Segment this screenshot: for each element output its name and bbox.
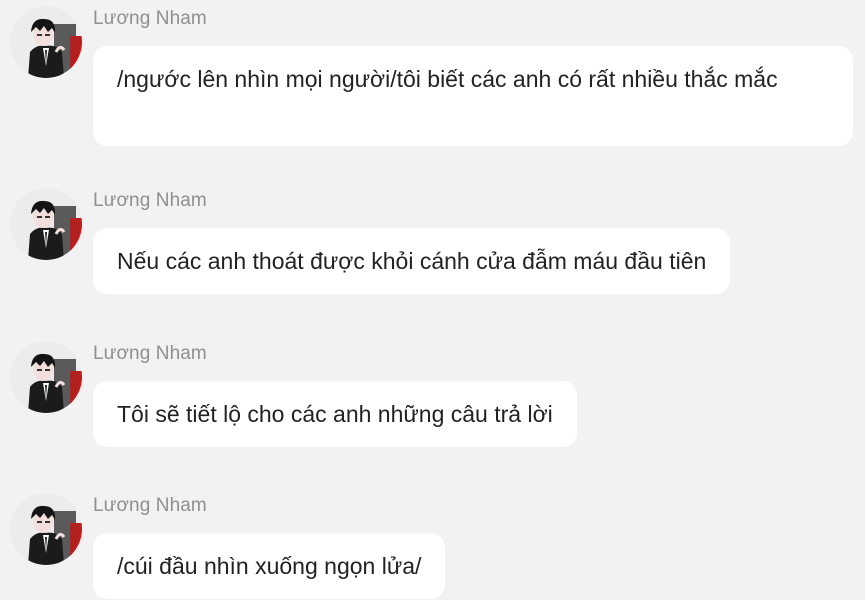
message-bubble[interactable]: /ngước lên nhìn mọi người/tôi biết các a… — [93, 46, 853, 146]
avatar-character-icon — [10, 188, 82, 260]
avatar[interactable] — [10, 493, 82, 565]
avatar-character-icon — [10, 6, 82, 78]
sender-name: Lương Nham — [93, 343, 207, 364]
sender-name: Lương Nham — [93, 495, 207, 516]
avatar-character-icon — [10, 493, 82, 565]
message-bubble[interactable]: /cúi đầu nhìn xuống ngọn lửa/ — [93, 533, 446, 599]
sender-name: Lương Nham — [93, 190, 207, 211]
avatar[interactable] — [10, 6, 82, 78]
avatar[interactable] — [10, 341, 82, 413]
sender-name: Lương Nham — [93, 8, 207, 29]
avatar-character-icon — [10, 341, 82, 413]
message-bubble[interactable]: Nếu các anh thoát được khỏi cánh cửa đẫm… — [93, 228, 731, 294]
message-bubble[interactable]: Tôi sẽ tiết lộ cho các anh những câu trả… — [93, 381, 577, 447]
avatar[interactable] — [10, 188, 82, 260]
